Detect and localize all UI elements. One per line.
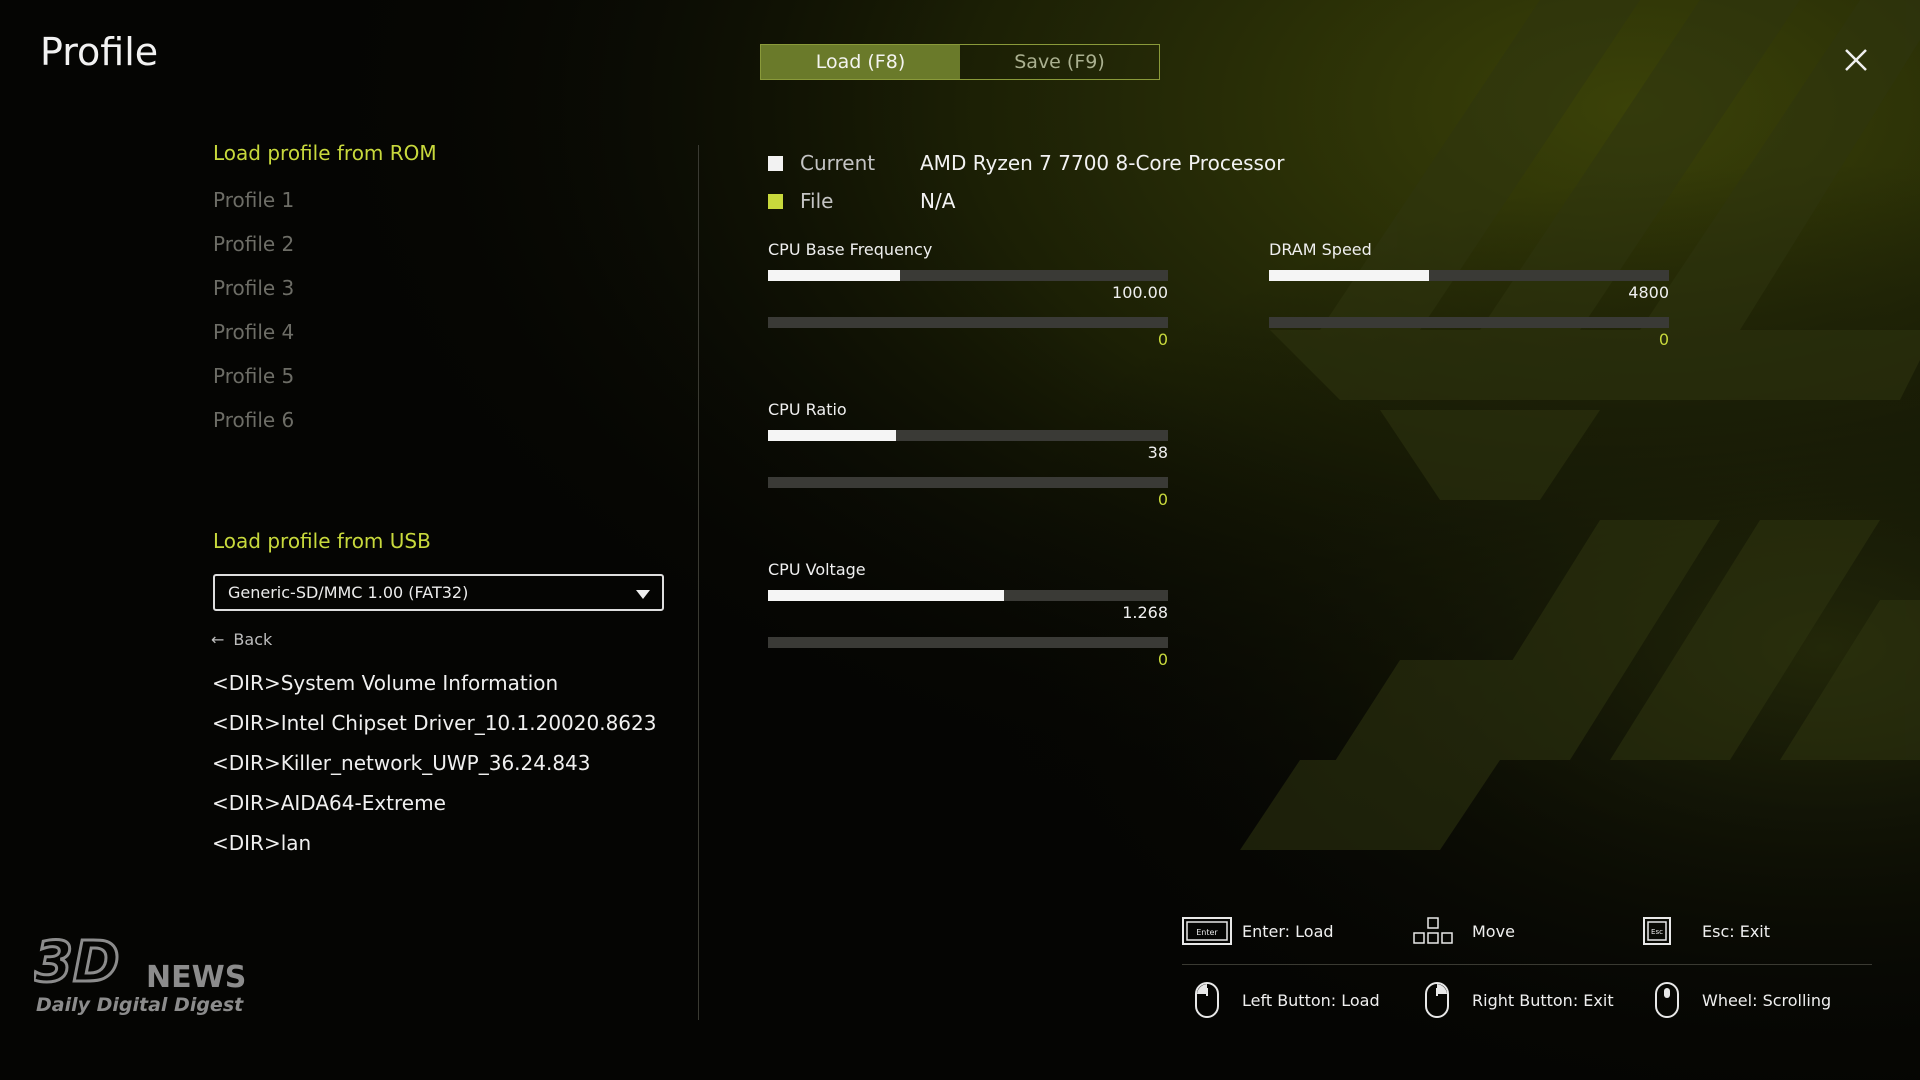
mouse-left-button-icon [1182, 982, 1232, 1018]
metric-name: DRAM Speed [1269, 240, 1372, 259]
hint-move: Move [1412, 914, 1642, 948]
current-swatch [768, 155, 783, 171]
current-number: 4800 [1628, 283, 1669, 302]
directory-item[interactable]: <DIR>System Volume Information [212, 671, 656, 711]
hint-esc: Esc Esc: Exit [1642, 914, 1872, 948]
arrow-keys-icon [1412, 914, 1462, 948]
file-bar [768, 637, 1168, 648]
svg-text:NEWS: NEWS [146, 960, 246, 995]
hint-enter: Enter Enter: Load [1182, 914, 1412, 948]
load-save-tabs: Load (F8) Save (F9) [760, 44, 1160, 80]
usb-device-dropdown[interactable]: Generic-SD/MMC 1.00 (FAT32) [213, 574, 664, 611]
usb-section-heading: Load profile from USB [213, 529, 431, 553]
profile-item-6[interactable]: Profile 6 [213, 408, 294, 452]
directory-item[interactable]: <DIR>Killer_network_UWP_36.24.843 [212, 751, 656, 791]
key-hints: Enter Enter: Load Move Esc Esc: Exit Lef… [1182, 908, 1872, 1023]
3dnews-watermark-logo: 3D NEWS Daily Digital Digest [34, 935, 246, 1015]
comparison-legend: Current AMD Ryzen 7 7700 8-Core Processo… [768, 144, 1284, 220]
profile-item-1[interactable]: Profile 1 [213, 188, 294, 232]
esc-key-icon: Esc [1642, 914, 1692, 948]
metric-name: CPU Ratio [768, 400, 847, 419]
file-number: 0 [1157, 490, 1168, 509]
dropdown-arrow-icon [636, 590, 650, 599]
back-label: Back [233, 630, 273, 649]
current-bar [768, 430, 1168, 441]
file-bar [768, 317, 1168, 328]
svg-text:Daily Digital Digest: Daily Digital Digest [36, 994, 244, 1015]
directory-item[interactable]: <DIR>AIDA64-Extreme [212, 791, 656, 831]
current-bar [768, 270, 1168, 281]
metric-cpu-voltage: CPU Voltage 1.268 0 [768, 560, 1168, 678]
close-icon[interactable] [1838, 42, 1874, 78]
metric-dram-speed: DRAM Speed 4800 0 [1269, 240, 1669, 358]
hint-right-button: Right Button: Exit [1412, 982, 1642, 1018]
rom-profile-list: Profile 1 Profile 2 Profile 3 Profile 4 … [213, 188, 294, 452]
current-label: Current [800, 151, 876, 175]
current-bar-fill [768, 270, 900, 281]
rom-section-heading: Load profile from ROM [213, 141, 437, 165]
current-bar [1269, 270, 1669, 281]
directory-list: <DIR>System Volume Information <DIR>Inte… [212, 671, 656, 871]
hint-move-label: Move [1472, 921, 1515, 941]
mouse-wheel-icon [1642, 982, 1692, 1018]
current-number: 1.268 [1122, 603, 1168, 622]
file-bar [1269, 317, 1669, 328]
tab-save[interactable]: Save (F9) [960, 45, 1159, 79]
hint-esc-label: Esc: Exit [1702, 921, 1771, 941]
metric-name: CPU Voltage [768, 560, 866, 579]
hint-right-button-label: Right Button: Exit [1472, 990, 1614, 1010]
usb-device-value: Generic-SD/MMC 1.00 (FAT32) [228, 583, 469, 602]
enter-key-icon: Enter [1182, 914, 1232, 948]
hint-wheel-label: Wheel: Scrolling [1702, 990, 1832, 1010]
column-divider [698, 145, 699, 1020]
current-number: 100.00 [1112, 283, 1168, 302]
hint-left-button: Left Button: Load [1182, 982, 1412, 1018]
current-bar-fill [768, 430, 896, 441]
profile-item-4[interactable]: Profile 4 [213, 320, 294, 364]
hint-separator [1182, 964, 1872, 965]
file-bar [768, 477, 1168, 488]
current-number: 38 [1147, 443, 1168, 462]
file-value: N/A [920, 189, 956, 213]
profile-item-2[interactable]: Profile 2 [213, 232, 294, 276]
hint-left-button-label: Left Button: Load [1242, 990, 1380, 1010]
mouse-right-button-icon [1412, 982, 1462, 1018]
file-swatch [768, 193, 783, 209]
back-link[interactable]: ← Back [211, 630, 272, 649]
svg-text:Enter: Enter [1196, 928, 1218, 937]
metric-cpu-ratio: CPU Ratio 38 0 [768, 400, 1168, 518]
profile-item-3[interactable]: Profile 3 [213, 276, 294, 320]
file-number: 0 [1658, 330, 1669, 349]
current-value: AMD Ryzen 7 7700 8-Core Processor [920, 151, 1285, 175]
legend-current: Current AMD Ryzen 7 7700 8-Core Processo… [768, 144, 1284, 182]
current-bar-fill [768, 590, 1004, 601]
page-title: Profile [40, 30, 159, 74]
svg-text:3D: 3D [34, 935, 119, 995]
hint-wheel: Wheel: Scrolling [1642, 982, 1872, 1018]
legend-file: File N/A [768, 182, 1284, 220]
file-label: File [800, 189, 834, 213]
current-bar [768, 590, 1168, 601]
metric-name: CPU Base Frequency [768, 240, 933, 259]
directory-item[interactable]: <DIR>Intel Chipset Driver_10.1.20020.862… [212, 711, 656, 751]
profile-item-5[interactable]: Profile 5 [213, 364, 294, 408]
directory-item[interactable]: <DIR>lan [212, 831, 656, 871]
file-number: 0 [1157, 330, 1168, 349]
tab-load[interactable]: Load (F8) [761, 45, 960, 79]
back-arrow-icon: ← [211, 630, 225, 649]
file-number: 0 [1157, 650, 1168, 669]
metric-cpu-base-frequency: CPU Base Frequency 100.00 0 [768, 240, 1168, 358]
current-bar-fill [1269, 270, 1429, 281]
hint-enter-label: Enter: Load [1242, 921, 1334, 941]
svg-text:Esc: Esc [1651, 928, 1663, 936]
